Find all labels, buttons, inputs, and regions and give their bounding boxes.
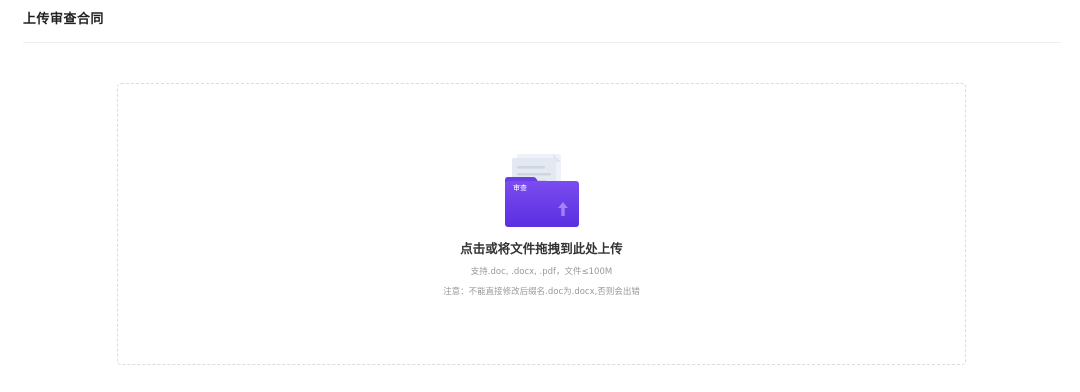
folder-upload-icon: 审查 [505, 154, 579, 227]
upload-contract-page: 上传审查合同 审查 点击或将文件拖拽到此处上传 支持.doc, .docx, .… [0, 0, 1080, 392]
file-upload-dropzone[interactable]: 审查 点击或将文件拖拽到此处上传 支持.doc, .docx, .pdf，文件≤… [117, 83, 966, 365]
page-header: 上传审查合同 [23, 10, 1061, 43]
upload-prompt: 点击或将文件拖拽到此处上传 [460, 241, 623, 256]
folder-label: 审查 [513, 183, 527, 192]
page-title: 上传审查合同 [23, 12, 105, 27]
rename-warning: 注意：不能直接修改后缀名.doc为.docx,否则会出错 [443, 287, 640, 297]
supported-formats-hint: 支持.doc, .docx, .pdf，文件≤100M [470, 267, 613, 277]
